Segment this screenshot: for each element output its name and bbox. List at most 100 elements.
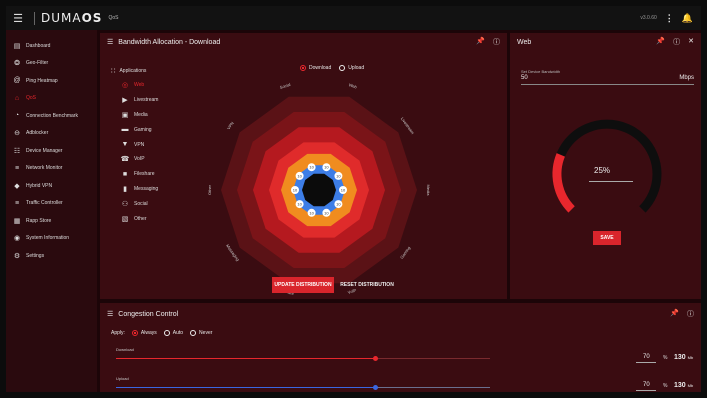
download-slider-label: Download <box>116 347 134 352</box>
sidebar-item[interactable]: ⌂ QoS <box>6 90 97 108</box>
app-frame: ☰ DUMAOS QoS v3.0.60 ⋮ 🔔 ▤ Dashboard ❂ Geo-… <box>6 6 701 392</box>
gauge-underline <box>589 181 633 182</box>
download-slider[interactable] <box>116 358 490 359</box>
download-percent[interactable]: 70 <box>643 354 650 360</box>
upload-slider-handle[interactable] <box>373 385 379 390</box>
sidebar-item-label: Rapp Store <box>26 217 52 224</box>
sidebar-item[interactable]: ▤ Dashboard <box>6 37 97 55</box>
radar-handle-label: 10 <box>309 210 314 215</box>
radar-handle-label: 10 <box>324 165 329 170</box>
sidebar-item[interactable]: ⚙ Settings <box>6 247 97 265</box>
upload-value-number: 130 <box>674 382 686 389</box>
rapp-store-icon: ▦ <box>13 217 21 225</box>
hamburger-icon[interactable]: ☰ <box>6 12 30 25</box>
panel-actions: 📌 ⓘ <box>670 309 694 319</box>
sidebar-item[interactable]: ☷ Device Manager <box>6 142 97 160</box>
qos-icon: ⌂ <box>14 94 20 102</box>
update-distribution-button[interactable]: UPDATE DISTRIBUTION <box>272 277 334 293</box>
sidebar-item[interactable]: ≡ Traffic Controller <box>6 195 97 213</box>
bell-icon[interactable]: 🔔 <box>682 13 693 24</box>
more-vert-icon[interactable]: ⋮ <box>665 13 674 24</box>
sidebar-item[interactable]: ⊖ Adblocker <box>6 125 97 143</box>
radar-handle-label: 10 <box>341 188 346 193</box>
sidebar-item[interactable]: ≡ Network Monitor <box>6 160 97 178</box>
radar-axis-label: Other <box>207 184 212 195</box>
sidebar-item-label: Hybrid VPN <box>26 182 53 189</box>
radio-label: Never <box>199 330 213 336</box>
radar-handle-label: 10 <box>309 165 314 170</box>
traffic-controller-icon: ≡ <box>14 199 20 207</box>
sidebar: ▤ Dashboard ❂ Geo-Filter @ Ping Heatmap ⌂ QoS ◔ C… <box>6 30 97 392</box>
sidebar-item[interactable]: @ Ping Heatmap <box>6 72 97 90</box>
device-manager-icon: ☷ <box>13 147 21 155</box>
hybrid-vpn-icon: ◆ <box>14 182 20 190</box>
bandwidth-allocation-panel: ☰ Bandwidth Allocation - Download 📌 ⓘ ∷ … <box>100 33 507 299</box>
reset-distribution-button[interactable]: RESET DISTRIBUTION <box>338 277 396 293</box>
download-value-number: 130 <box>674 354 686 361</box>
sidebar-item[interactable]: ◔ Connection Benchmark <box>6 107 97 125</box>
download-slider-handle[interactable] <box>373 356 379 361</box>
apply-radio-group: Apply: Always Auto Never <box>111 330 212 336</box>
apply-label: Apply: <box>111 330 125 336</box>
radar-axis-label: VPN <box>226 121 235 131</box>
sidebar-item-label: Dashboard <box>26 42 51 49</box>
radio-option[interactable]: Auto <box>163 330 184 336</box>
radar-handle-label: 10 <box>293 188 298 193</box>
pin-icon[interactable]: 📌 <box>670 309 679 319</box>
radar-handle-label: 10 <box>297 202 302 207</box>
sidebar-item-label: Connection Benchmark <box>26 112 78 119</box>
sidebar-item-label: Network Monitor <box>26 165 63 172</box>
divider <box>34 11 35 25</box>
radio-icon <box>131 330 138 336</box>
upload-value-unit: Mb <box>687 383 694 388</box>
radar-axis-label: Media <box>426 185 431 197</box>
sidebar-item-label: Settings <box>26 252 45 259</box>
save-button[interactable]: SAVE <box>593 231 621 245</box>
radar-handle-label: 10 <box>336 202 341 207</box>
radio-option[interactable]: Always <box>131 330 157 336</box>
upload-slider[interactable] <box>116 387 490 388</box>
top-bar-actions: v3.0.60 ⋮ 🔔 <box>640 13 701 24</box>
dashboard-icon: ▤ <box>13 42 21 50</box>
sidebar-item-label: QoS <box>26 95 37 102</box>
gauge-percent-text: 25% <box>594 166 611 175</box>
sidebar-item-label: Traffic Controller <box>26 200 63 207</box>
congestion-control-panel: ☰ Congestion Control 📌 ⓘ Apply: Always Au… <box>100 303 701 392</box>
sidebar-item[interactable]: ▦ Rapp Store <box>6 212 97 230</box>
sidebar-item-label: Ping Heatmap <box>26 77 58 84</box>
network-monitor-icon: ≡ <box>14 164 20 172</box>
upload-slider-label: Upload <box>116 376 129 381</box>
download-percent-unit: % <box>663 355 668 361</box>
radar-handle-label: 10 <box>324 210 329 215</box>
top-bar: ☰ DUMAOS QoS v3.0.60 ⋮ 🔔 <box>6 6 701 30</box>
settings-icon: ⚙ <box>13 252 21 260</box>
system-information-icon: ◉ <box>13 235 21 243</box>
panel-title: Congestion Control <box>118 310 179 318</box>
sidebar-item-label: Device Manager <box>26 147 63 154</box>
radar-handle-label: 10 <box>336 173 341 178</box>
radar-axis-label: Gaming <box>399 245 411 259</box>
sidebar-item-label: System Information <box>26 235 70 242</box>
menu-icon[interactable]: ☰ <box>107 310 113 318</box>
radio-label: Always <box>140 330 157 336</box>
breadcrumb: QoS <box>108 15 119 21</box>
sidebar-item-label: Adblocker <box>26 130 49 137</box>
download-percent-underline <box>636 362 656 363</box>
sidebar-item[interactable]: ◉ System Information <box>6 230 97 248</box>
radio-icon <box>163 330 170 336</box>
radar-handle-label: 10 <box>297 173 302 178</box>
radio-option[interactable]: Never <box>190 330 212 336</box>
radio-icon <box>190 330 197 336</box>
panel-header: ☰ Congestion Control 📌 ⓘ <box>100 303 701 325</box>
help-icon[interactable]: ⓘ <box>687 309 694 319</box>
radar-core <box>302 173 336 207</box>
upload-percent-underline <box>636 390 656 391</box>
sidebar-item[interactable]: ◆ Hybrid VPN <box>6 177 97 195</box>
version-label: v3.0.60 <box>640 15 657 21</box>
upload-percent[interactable]: 70 <box>643 382 650 388</box>
logo-text-bold: OS <box>81 11 103 25</box>
sidebar-item[interactable]: ❂ Geo-Filter <box>6 55 97 73</box>
radio-label: Auto <box>172 330 184 336</box>
logo-text: DUMA <box>41 11 82 25</box>
ping-heatmap-icon: @ <box>13 77 21 85</box>
